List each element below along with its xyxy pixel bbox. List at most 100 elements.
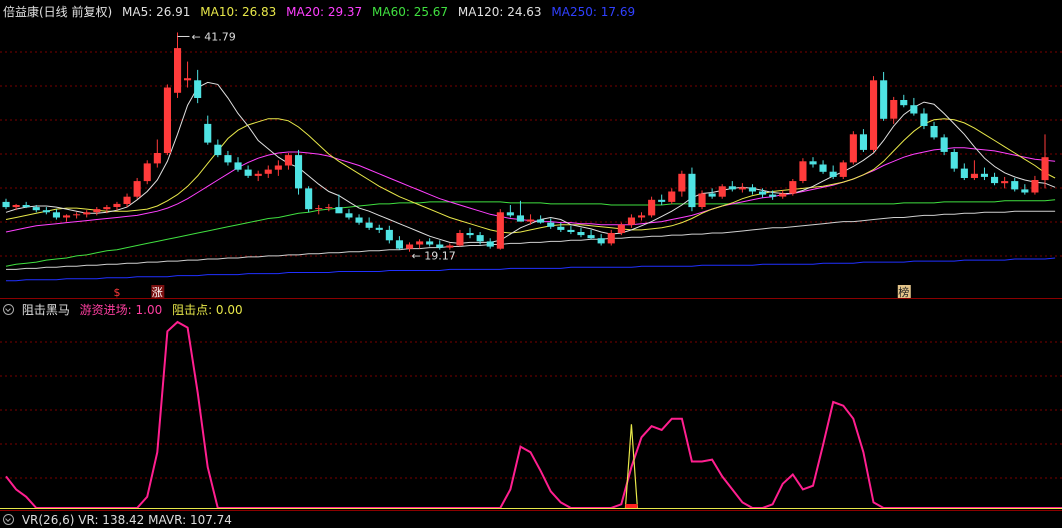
- candle[interactable]: [133, 177, 141, 199]
- candle[interactable]: [849, 131, 857, 165]
- candle[interactable]: [980, 167, 988, 181]
- candle[interactable]: [63, 214, 71, 222]
- candle[interactable]: [839, 160, 847, 179]
- candle[interactable]: [516, 200, 524, 222]
- candle[interactable]: [627, 214, 635, 228]
- candle[interactable]: [779, 190, 787, 199]
- candle[interactable]: [174, 32, 182, 98]
- collapse-icon[interactable]: [3, 304, 14, 315]
- candle[interactable]: [244, 165, 252, 178]
- candle[interactable]: [375, 224, 383, 234]
- candle-body: [597, 238, 605, 244]
- candle[interactable]: [728, 181, 736, 192]
- candle[interactable]: [214, 139, 222, 158]
- candle[interactable]: [436, 240, 444, 250]
- candle[interactable]: [859, 129, 867, 152]
- candle[interactable]: [466, 227, 474, 239]
- candle-body: [416, 241, 424, 245]
- candle-body: [52, 212, 60, 218]
- candle[interactable]: [708, 188, 716, 199]
- candle[interactable]: [991, 172, 999, 186]
- candle[interactable]: [930, 121, 938, 140]
- candle-body: [395, 240, 403, 249]
- candle[interactable]: [577, 227, 585, 238]
- candle[interactable]: [234, 157, 242, 172]
- candle[interactable]: [607, 229, 615, 246]
- candle[interactable]: [274, 160, 282, 176]
- candle[interactable]: [456, 229, 464, 247]
- candle[interactable]: [880, 71, 888, 121]
- candle[interactable]: [194, 69, 202, 104]
- candle[interactable]: [648, 196, 656, 218]
- candle[interactable]: [688, 167, 696, 212]
- candle[interactable]: [970, 160, 978, 181]
- price-panel[interactable]: ← 41.79 ← 19.17 $ 涨 榜: [2, 30, 1056, 299]
- candle[interactable]: [284, 153, 292, 170]
- candle-body: [264, 169, 272, 174]
- candle[interactable]: [1031, 175, 1039, 195]
- candle-body: [335, 207, 343, 214]
- candle[interactable]: [486, 238, 494, 249]
- candle[interactable]: [900, 94, 908, 108]
- candle[interactable]: [305, 186, 313, 213]
- candle[interactable]: [870, 76, 878, 152]
- candle[interactable]: [163, 84, 171, 156]
- candle[interactable]: [143, 160, 151, 185]
- candle[interactable]: [184, 61, 192, 88]
- candle[interactable]: [597, 234, 605, 246]
- candle[interactable]: [506, 204, 514, 218]
- candle[interactable]: [567, 225, 575, 235]
- candle[interactable]: [295, 149, 303, 195]
- candle[interactable]: [537, 215, 545, 224]
- candle[interactable]: [73, 212, 81, 219]
- candle[interactable]: [557, 222, 565, 232]
- candle[interactable]: [678, 170, 686, 197]
- candle[interactable]: [960, 163, 968, 181]
- candle[interactable]: [638, 212, 646, 221]
- candle[interactable]: [325, 203, 333, 212]
- candle[interactable]: [1021, 184, 1029, 195]
- candle[interactable]: [547, 218, 555, 229]
- candle[interactable]: [2, 198, 10, 210]
- candle[interactable]: [426, 238, 434, 247]
- candle[interactable]: [658, 194, 666, 205]
- candle[interactable]: [748, 184, 756, 195]
- candle[interactable]: [809, 157, 817, 168]
- candle[interactable]: [52, 209, 60, 220]
- candle[interactable]: [345, 209, 353, 220]
- candle[interactable]: [83, 210, 91, 218]
- candle[interactable]: [789, 179, 797, 196]
- candle[interactable]: [416, 239, 424, 249]
- candle[interactable]: [446, 243, 454, 250]
- candle[interactable]: [153, 139, 161, 168]
- candle[interactable]: [910, 97, 918, 116]
- collapse-icon-vr[interactable]: [3, 514, 14, 525]
- candle[interactable]: [355, 214, 363, 225]
- candle-body: [436, 244, 444, 248]
- candle[interactable]: [385, 225, 393, 244]
- candle[interactable]: [1001, 176, 1009, 189]
- candle[interactable]: [264, 165, 272, 178]
- candle[interactable]: [819, 160, 827, 174]
- candle[interactable]: [1011, 177, 1019, 192]
- candle[interactable]: [254, 170, 262, 182]
- candle[interactable]: [42, 207, 50, 215]
- candle[interactable]: [920, 108, 928, 130]
- candle[interactable]: [365, 217, 373, 230]
- candle[interactable]: [1041, 134, 1049, 189]
- candle-body: [224, 155, 232, 163]
- candle[interactable]: [587, 229, 595, 240]
- chart-canvas[interactable]: ← 41.79 ← 19.17 $ 涨 榜: [0, 0, 1062, 521]
- candle[interactable]: [668, 188, 676, 204]
- candle[interactable]: [496, 209, 504, 250]
- candle[interactable]: [224, 150, 232, 166]
- candle[interactable]: [738, 183, 746, 193]
- candle[interactable]: [718, 184, 726, 199]
- candle[interactable]: [940, 134, 948, 156]
- candle[interactable]: [950, 148, 958, 172]
- candle[interactable]: [395, 236, 403, 250]
- candle[interactable]: [93, 207, 101, 216]
- candle[interactable]: [12, 203, 20, 211]
- candle[interactable]: [799, 158, 807, 184]
- indicator-panel[interactable]: [0, 320, 1062, 509]
